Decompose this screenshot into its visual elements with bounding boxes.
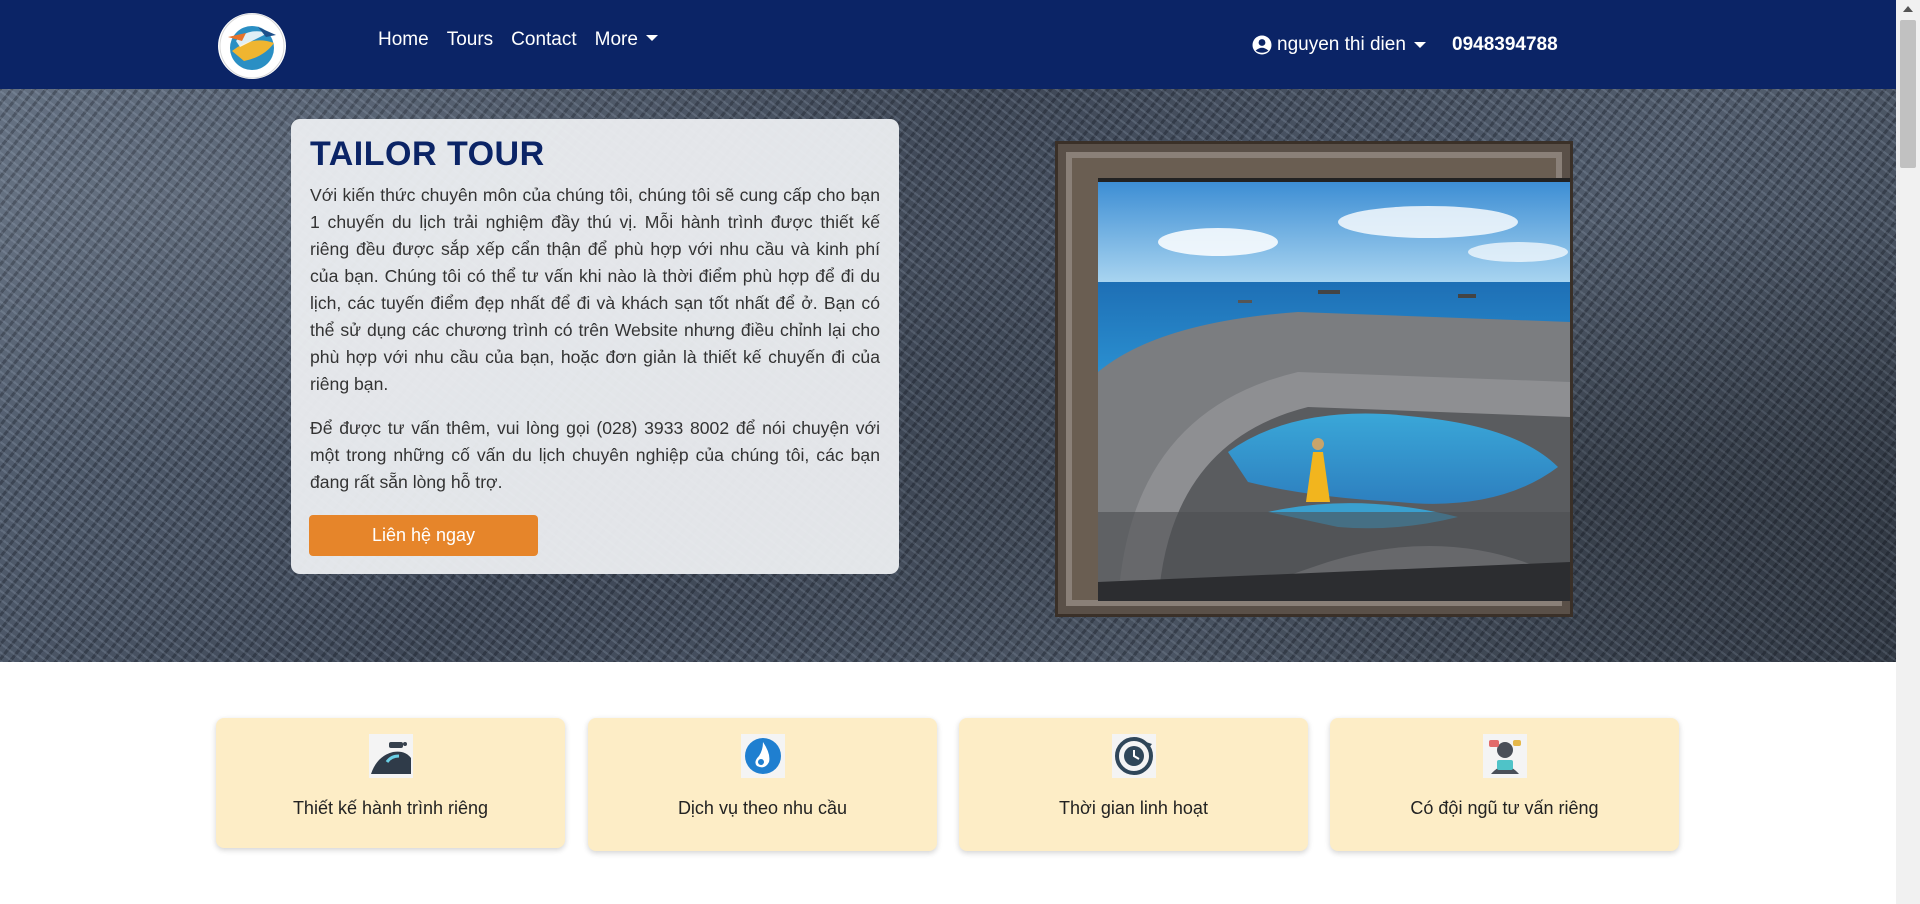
- feature-label-private-consultants: Có đội ngũ tư vấn riêng: [1410, 798, 1599, 818]
- hero-paragraph-intro: Với kiến thức chuyên môn của chúng tôi, …: [310, 185, 880, 394]
- chevron-down-icon: [1413, 42, 1426, 48]
- feature-card-private-consultants[interactable]: Có đội ngũ tư vấn riêng: [1330, 718, 1679, 851]
- feature-card-custom-itinerary[interactable]: Thiết kế hành trình riêng: [216, 718, 565, 848]
- feature-label-custom-itinerary: Thiết kế hành trình riêng: [292, 798, 489, 818]
- page-scrollbar[interactable]: [1896, 0, 1920, 904]
- feature-card-on-demand-service[interactable]: Dịch vụ theo nhu cầu: [588, 718, 937, 851]
- user-circle-icon: [1252, 35, 1272, 55]
- water-drop-icon: [740, 734, 785, 778]
- feature-card-flexible-time[interactable]: Thời gian linh hoạt: [959, 718, 1308, 851]
- hero-title: TAILOR TOUR: [310, 135, 545, 173]
- chevron-down-icon: [645, 35, 658, 41]
- hero-photo: [1098, 178, 1570, 601]
- feature-label-on-demand-service: Dịch vụ theo nhu cầu: [677, 798, 848, 818]
- nav-contact-link[interactable]: Contact: [511, 29, 576, 51]
- navbar: Home Tours Contact More nguyen thi dien …: [0, 0, 1896, 89]
- user-menu[interactable]: nguyen thi dien: [1252, 34, 1426, 56]
- hero-card: TAILOR TOUR Với kiến thức chuyên môn của…: [291, 119, 899, 574]
- clock-icon: [1111, 734, 1156, 778]
- feature-label-flexible-time: Thời gian linh hoạt: [1059, 798, 1208, 818]
- nav-home-link[interactable]: Home: [378, 29, 429, 51]
- contact-now-button[interactable]: Liên hệ ngay: [309, 515, 538, 556]
- hero-section: TAILOR TOUR Với kiến thức chuyên môn của…: [0, 89, 1896, 662]
- phone-number: 0948394788: [1452, 34, 1558, 55]
- scrollbar-thumb[interactable]: [1900, 20, 1916, 168]
- nav-tours-link[interactable]: Tours: [447, 29, 493, 51]
- nav-more-dropdown[interactable]: More: [595, 29, 658, 51]
- user-name: nguyen thi dien: [1277, 34, 1406, 55]
- nav-more-label: More: [594, 29, 638, 50]
- hero-paragraph-contact: Để được tư vấn thêm, vui lòng gọi (028) …: [310, 418, 880, 492]
- consultant-icon: [1482, 734, 1527, 778]
- hero-photo-frame: [1058, 144, 1570, 614]
- logo[interactable]: [218, 13, 286, 79]
- scroll-up-arrow-icon[interactable]: [1903, 6, 1913, 12]
- road-icon: [368, 734, 413, 778]
